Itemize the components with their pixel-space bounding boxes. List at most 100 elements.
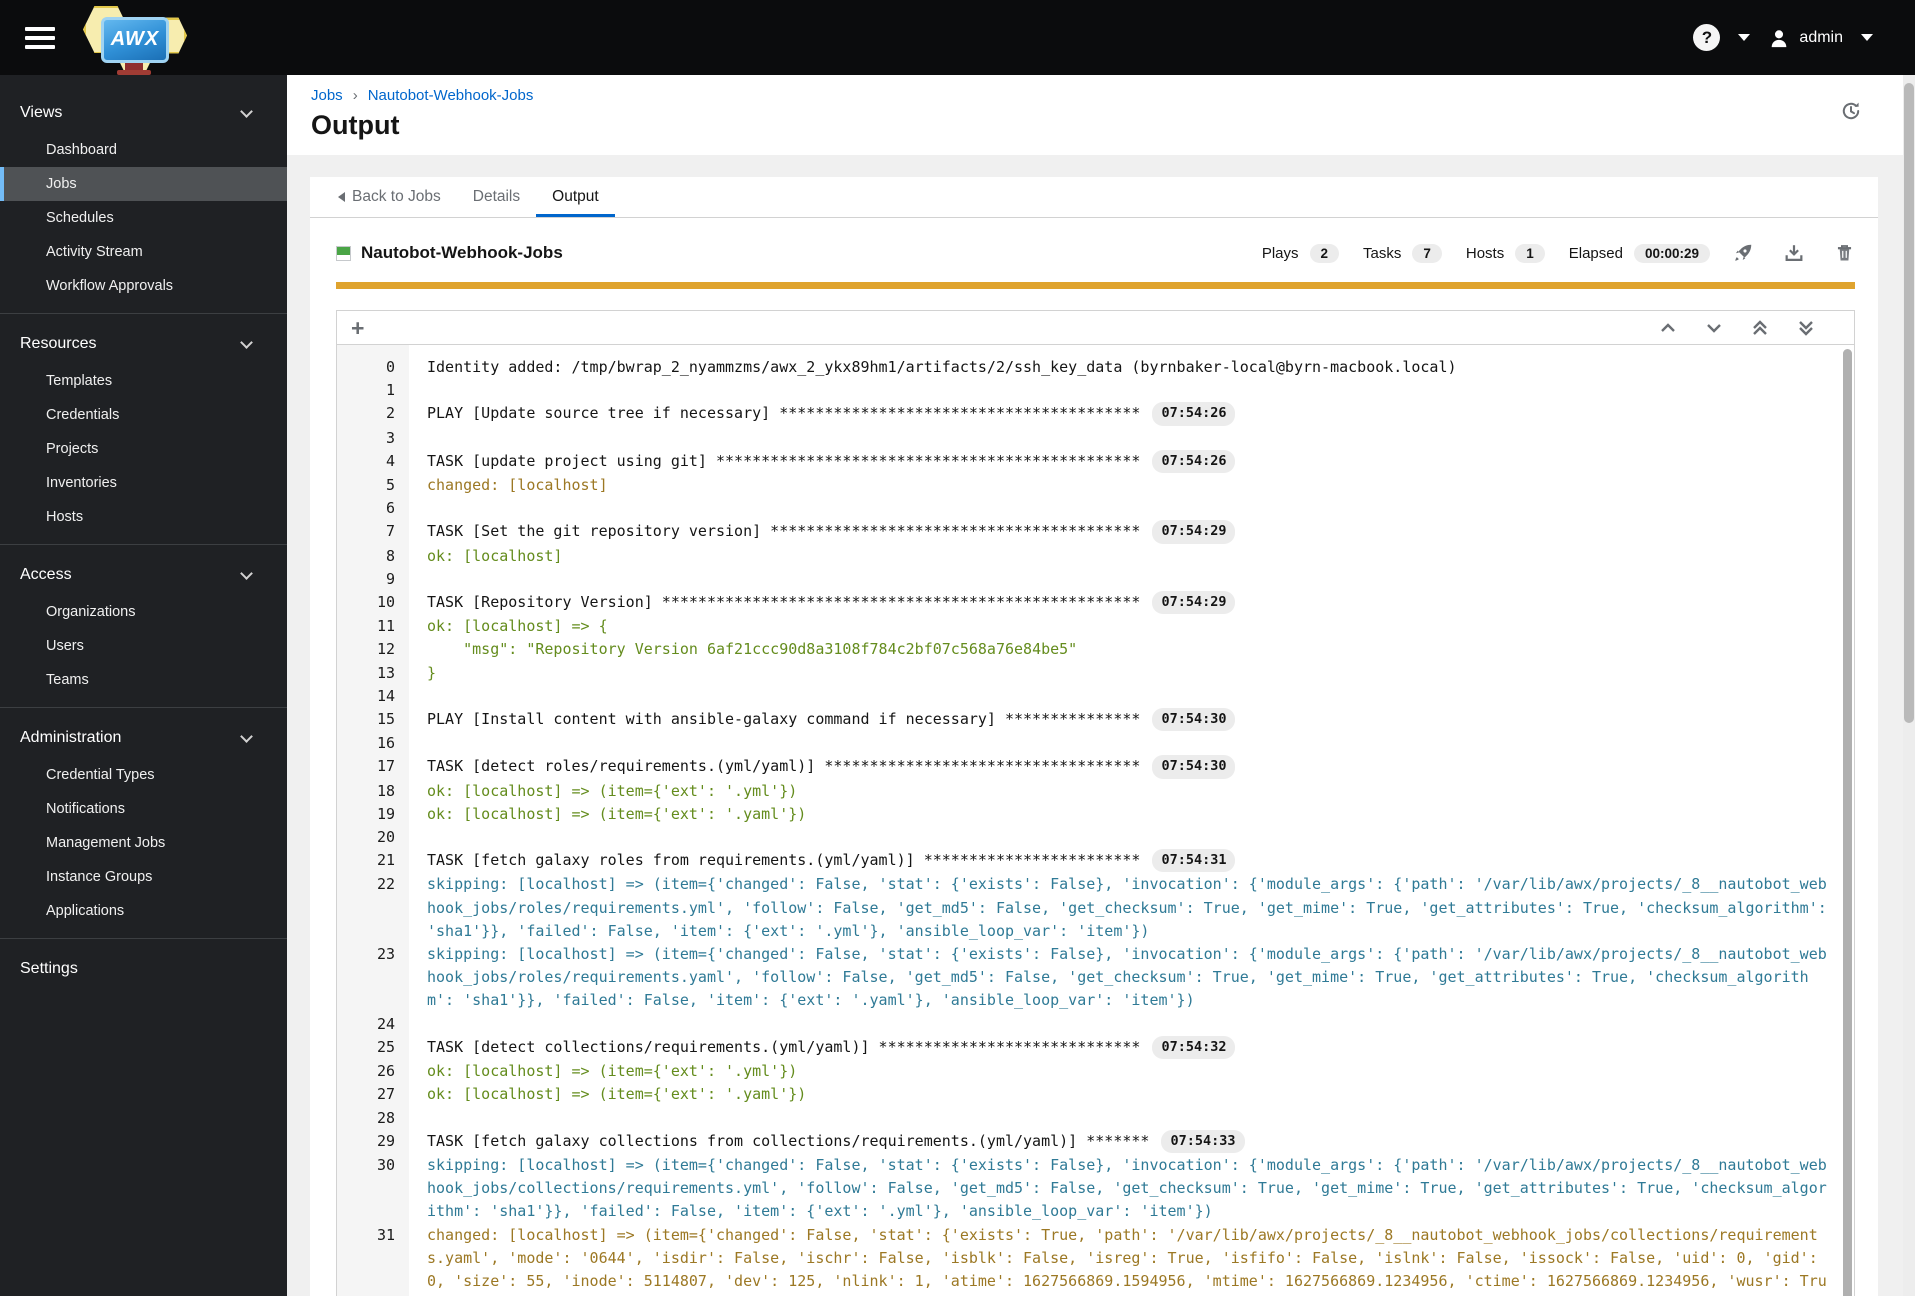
stat-label: Hosts	[1465, 244, 1505, 262]
line-text	[427, 568, 1829, 591]
console-line-7[interactable]: 7 TASK [Set the git repository version] *…	[337, 520, 1854, 544]
console-line-11[interactable]: 11 ok: [localhost] => {	[337, 615, 1854, 638]
relaunch-rocket-icon[interactable]	[1732, 242, 1754, 264]
console-line-26[interactable]: 26 ok: [localhost] => (item={'ext': '.yml…	[337, 1060, 1854, 1083]
sidebar-group-settings[interactable]: Settings	[0, 949, 287, 989]
nav-toggle-icon[interactable]	[25, 26, 55, 49]
console-line-25[interactable]: 25 TASK [detect collections/requirements.…	[337, 1035, 1854, 1060]
sidebar-item-dashboard[interactable]: Dashboard	[0, 133, 287, 167]
sidebar-group-administration[interactable]: Administration	[0, 718, 287, 758]
download-icon[interactable]	[1783, 242, 1805, 264]
sidebar-item-jobs[interactable]: Jobs	[0, 167, 287, 201]
console-line-28[interactable]: 28	[337, 1107, 1854, 1130]
scroll-top-icon[interactable]	[1752, 319, 1768, 337]
page-scrollbar[interactable]	[1903, 75, 1915, 1296]
line-text: skipping: [localhost] => (item={'changed…	[427, 1155, 1827, 1221]
expand-all-plus-icon[interactable]: +	[351, 316, 364, 339]
console-line-30[interactable]: 30 skipping: [localhost] => (item={'chang…	[337, 1154, 1854, 1224]
main-content: Jobs › Nautobot-Webhook-Jobs Output Back t…	[287, 75, 1915, 1296]
console-line-3[interactable]: 3	[337, 427, 1854, 450]
delete-trash-icon[interactable]	[1834, 242, 1855, 264]
console-line-2[interactable]: 2 PLAY [Update source tree if necessary] …	[337, 402, 1854, 426]
sidebar-item-templates[interactable]: Templates	[0, 364, 287, 398]
console-line-8[interactable]: 8 ok: [localhost]	[337, 545, 1854, 568]
help-dropdown-caret-icon[interactable]	[1738, 34, 1751, 41]
scroll-previous-icon[interactable]	[1660, 322, 1676, 334]
tab-output[interactable]: Output	[536, 177, 615, 217]
console-line-13[interactable]: 13}	[337, 662, 1854, 685]
console-line-15[interactable]: 15 PLAY [Install content with ansible-gal…	[337, 708, 1854, 732]
user-menu[interactable]: admin	[1768, 27, 1843, 49]
sidebar-item-credentials[interactable]: Credentials	[0, 398, 287, 432]
tab-label: Details	[472, 188, 521, 205]
page-header: Jobs › Nautobot-Webhook-Jobs Output	[287, 75, 1915, 155]
line-text: ok: [localhost]	[427, 546, 563, 565]
line-text	[427, 685, 1829, 708]
console-line-19[interactable]: 19 ok: [localhost] => (item={'ext': '.yam…	[337, 803, 1854, 826]
sidebar-item-activity-stream[interactable]: Activity Stream	[0, 235, 287, 269]
sidebar-group-access[interactable]: Access	[0, 555, 287, 595]
sidebar-item-teams[interactable]: Teams	[0, 663, 287, 697]
timestamp-badge: 07:54:33	[1161, 1129, 1245, 1153]
console-line-20[interactable]: 20	[337, 826, 1854, 849]
sidebar-item-users[interactable]: Users	[0, 629, 287, 663]
console-line-22[interactable]: 22 skipping: [localhost] => (item={'chang…	[337, 873, 1854, 943]
console-scrollbar[interactable]	[1843, 349, 1852, 1296]
stat-hosts: Hosts 1	[1465, 243, 1545, 263]
chevron-down-icon	[240, 566, 253, 580]
tab-details[interactable]: Details	[457, 177, 536, 217]
sidebar-item-projects[interactable]: Projects	[0, 432, 287, 466]
page-scrollbar-thumb[interactable]	[1904, 83, 1914, 723]
line-text: ok: [localhost] => (item={'ext': '.yml'}…	[427, 1062, 798, 1081]
awx-logo[interactable]: AWX	[83, 3, 193, 75]
sidebar-group-resources[interactable]: Resources	[0, 324, 287, 364]
console-line-31[interactable]: 31 changed: [localhost] => (item={'change…	[337, 1224, 1854, 1296]
console-scrollbar-thumb[interactable]	[1843, 349, 1852, 1296]
sidebar-item-hosts[interactable]: Hosts	[0, 500, 287, 534]
sidebar-item-organizations[interactable]: Organizations	[0, 595, 287, 629]
console-line-5[interactable]: 5 changed: [localhost]	[337, 474, 1854, 497]
sidebar-item-management-jobs[interactable]: Management Jobs	[0, 826, 287, 860]
line-number: 14	[376, 686, 395, 705]
console-line-1[interactable]: 1	[337, 379, 1854, 402]
console-line-16[interactable]: 16	[337, 732, 1854, 755]
console-line-12[interactable]: 12 "msg": "Repository Version 6af21ccc90…	[337, 638, 1854, 661]
breadcrumb-separator: ›	[352, 87, 358, 104]
console-line-27[interactable]: 27 ok: [localhost] => (item={'ext': '.yam…	[337, 1083, 1854, 1106]
scroll-bottom-icon[interactable]	[1798, 319, 1814, 337]
console-line-10[interactable]: 10 TASK [Repository Version] ************…	[337, 591, 1854, 615]
console-line-17[interactable]: 17 TASK [detect roles/requirements.(yml/y…	[337, 755, 1854, 779]
breadcrumb-link-1[interactable]: Nautobot-Webhook-Jobs	[368, 87, 534, 104]
scroll-next-icon[interactable]	[1706, 322, 1722, 334]
breadcrumb-link-0[interactable]: Jobs	[311, 87, 343, 104]
line-text: PLAY [Install content with ansible-galax…	[427, 708, 1829, 732]
console-line-18[interactable]: 18 ok: [localhost] => (item={'ext': '.yml…	[337, 780, 1854, 803]
chevron-down-icon	[240, 104, 253, 118]
sidebar-item-workflow-approvals[interactable]: Workflow Approvals	[0, 269, 287, 303]
line-text: "msg": "Repository Version 6af21ccc90d8a…	[427, 640, 1078, 659]
help-icon[interactable]: ?	[1693, 24, 1721, 51]
history-icon[interactable]	[1839, 99, 1863, 123]
sidebar-item-notifications[interactable]: Notifications	[0, 792, 287, 826]
console-line-21[interactable]: 21 TASK [fetch galaxy roles from requirem…	[337, 849, 1854, 873]
console-line-6[interactable]: 6	[337, 497, 1854, 520]
sidebar-item-schedules[interactable]: Schedules	[0, 201, 287, 235]
timestamp-badge: 07:54:29	[1152, 520, 1236, 544]
console-line-23[interactable]: 23 skipping: [localhost] => (item={'chang…	[337, 943, 1854, 1013]
user-dropdown-caret-icon[interactable]	[1861, 34, 1873, 41]
console-line-9[interactable]: 9	[337, 568, 1854, 591]
sidebar-group-views[interactable]: Views	[0, 93, 287, 133]
console-line-24[interactable]: 24	[337, 1013, 1854, 1036]
console-line-4[interactable]: 4 TASK [update project using git] *******…	[337, 449, 1854, 474]
sidebar-item-applications[interactable]: Applications	[0, 894, 287, 928]
line-text: PLAY [Update source tree if necessary] *…	[427, 402, 1829, 426]
console-line-29[interactable]: 29 TASK [fetch galaxy collections from co…	[337, 1129, 1854, 1154]
line-text	[427, 1013, 1829, 1036]
console-line-0[interactable]: 0 Identity added: /tmp/bwrap_2_nyammzms/a…	[337, 356, 1854, 379]
page-title: Output	[311, 110, 400, 140]
tab-back-to-jobs[interactable]: Back to Jobs	[322, 177, 457, 217]
sidebar-item-credential-types[interactable]: Credential Types	[0, 758, 287, 792]
console-line-14[interactable]: 14	[337, 685, 1854, 708]
sidebar-item-inventories[interactable]: Inventories	[0, 466, 287, 500]
sidebar-item-instance-groups[interactable]: Instance Groups	[0, 860, 287, 894]
